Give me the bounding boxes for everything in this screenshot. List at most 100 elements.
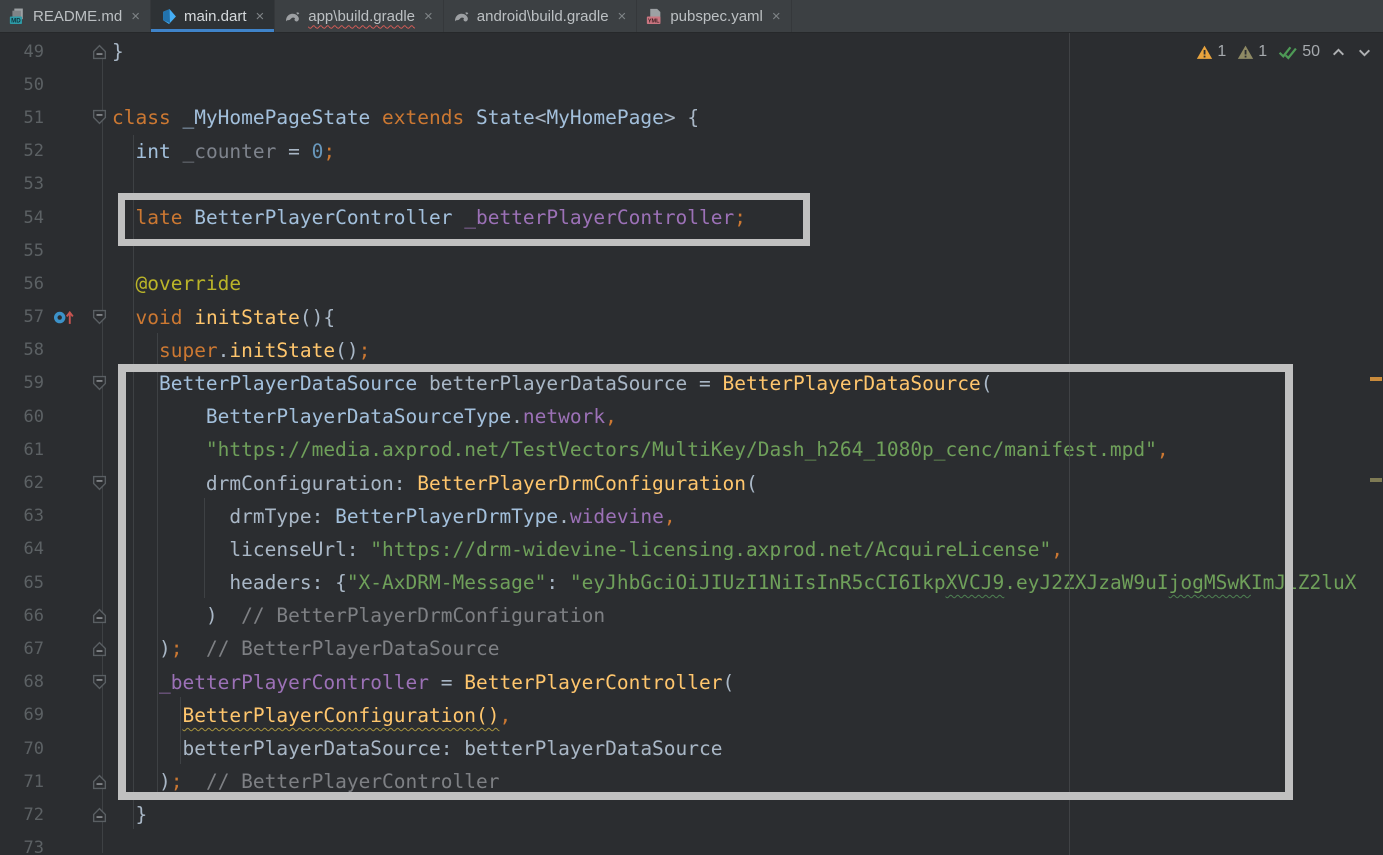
code-line-55[interactable]: 55 [0,234,1383,267]
scrollbar-warning-mark[interactable] [1370,377,1382,381]
code-line-67[interactable]: 67 ); // BetterPlayerDataSource [0,632,1383,665]
code-text[interactable]: class _MyHomePageState extends State<MyH… [112,106,699,129]
tab-main.dart[interactable]: main.dart× [151,0,275,32]
code-fold-toggle-icon[interactable] [86,607,112,624]
code-text[interactable]: void initState(){ [112,306,335,329]
tab-close-icon[interactable]: × [618,8,627,25]
gutter-line-number[interactable]: 70 [0,739,44,759]
code-line-53[interactable]: 53 [0,168,1383,201]
code-line-65[interactable]: 65 headers: {"X-AxDRM-Message": "eyJhbGc… [0,566,1383,599]
code-text[interactable]: headers: {"X-AxDRM-Message": "eyJhbGciOi… [112,571,1357,594]
warnings-indicator[interactable]: 1 [1193,41,1229,63]
gutter-line-number[interactable]: 69 [0,705,44,725]
code-fold-toggle-icon[interactable] [86,640,112,657]
code-area[interactable]: 49}5051class _MyHomePageState extends St… [0,33,1383,855]
gutter-line-number[interactable]: 55 [0,241,44,261]
code-line-61[interactable]: 61 "https://media.axprod.net/TestVectors… [0,433,1383,466]
code-text[interactable]: BetterPlayerDataSource betterPlayerDataS… [112,372,993,395]
code-line-51[interactable]: 51 class _MyHomePageState extends State<M… [0,101,1383,134]
code-text[interactable]: drmConfiguration: BetterPlayerDrmConfigu… [112,472,758,495]
weak-warnings-indicator[interactable]: 1 [1234,41,1270,63]
code-line-70[interactable]: 70 betterPlayerDataSource: betterPlayerD… [0,732,1383,765]
code-fold-toggle-icon[interactable] [86,375,112,392]
tab-readme.md[interactable]: MDREADME.md× [0,0,151,32]
code-text[interactable]: ); // BetterPlayerDataSource [112,637,499,660]
code-line-50[interactable]: 50 [0,68,1383,101]
gutter-line-number[interactable]: 56 [0,274,44,294]
gutter-line-number[interactable]: 53 [0,174,44,194]
code-line-62[interactable]: 62 drmConfiguration: BetterPlayerDrmConf… [0,466,1383,499]
code-text[interactable]: ); // BetterPlayerController [112,770,499,793]
code-line-73[interactable]: 73 [0,832,1383,855]
gutter-line-number[interactable]: 58 [0,340,44,360]
code-fold-toggle-icon[interactable] [86,773,112,790]
code-text[interactable]: super.initState(); [112,339,370,362]
code-line-60[interactable]: 60 BetterPlayerDataSourceType.network, [0,400,1383,433]
code-text[interactable]: betterPlayerDataSource: betterPlayerData… [112,737,723,760]
scrollbar-weak-warning-mark[interactable] [1370,478,1382,482]
code-line-68[interactable]: 68 _betterPlayerController = BetterPlaye… [0,666,1383,699]
code-line-72[interactable]: 72 } [0,798,1383,831]
code-text[interactable]: @override [112,272,241,295]
override-method-indicator[interactable] [44,308,86,326]
code-line-71[interactable]: 71 ); // BetterPlayerController [0,765,1383,798]
gutter-line-number[interactable]: 72 [0,805,44,825]
code-line-58[interactable]: 58 super.initState(); [0,334,1383,367]
code-line-54[interactable]: 54 late BetterPlayerController _betterPl… [0,201,1383,234]
gutter-line-number[interactable]: 52 [0,141,44,161]
gutter-line-number[interactable]: 51 [0,108,44,128]
gutter-line-number[interactable]: 67 [0,639,44,659]
code-text[interactable]: BetterPlayerDataSourceType.network, [112,405,617,428]
code-fold-toggle-icon[interactable] [86,109,112,126]
previous-problem-button[interactable] [1328,43,1349,62]
gutter-line-number[interactable]: 68 [0,672,44,692]
gutter-line-number[interactable]: 66 [0,606,44,626]
gutter-line-number[interactable]: 59 [0,373,44,393]
gutter-line-number[interactable]: 54 [0,208,44,228]
code-fold-toggle-icon[interactable] [86,43,112,60]
code-line-52[interactable]: 52 int _counter = 0; [0,135,1383,168]
code-editor[interactable]: 49}5051class _MyHomePageState extends St… [0,33,1383,855]
tab-close-icon[interactable]: × [131,8,140,25]
gutter-line-number[interactable]: 65 [0,573,44,593]
code-text[interactable]: _betterPlayerController = BetterPlayerCo… [112,671,734,694]
tab-app-build.gradle[interactable]: app\build.gradle× [275,0,444,32]
gutter-line-number[interactable]: 50 [0,75,44,95]
gutter-line-number[interactable]: 63 [0,506,44,526]
code-line-66[interactable]: 66 ) // BetterPlayerDrmConfiguration [0,599,1383,632]
tab-close-icon[interactable]: × [424,8,433,25]
gutter-line-number[interactable]: 60 [0,407,44,427]
code-line-69[interactable]: 69 BetterPlayerConfiguration(), [0,699,1383,732]
gutter-line-number[interactable]: 64 [0,539,44,559]
code-line-59[interactable]: 59 BetterPlayerDataSource betterPlayerDa… [0,367,1383,400]
gutter-line-number[interactable]: 49 [0,42,44,62]
tab-close-icon[interactable]: × [772,8,781,25]
code-line-64[interactable]: 64 licenseUrl: "https://drm-widevine-lic… [0,533,1383,566]
code-text[interactable]: int _counter = 0; [112,140,335,163]
inspections-widget[interactable]: 1 1 50 [1193,41,1375,63]
code-fold-toggle-icon[interactable] [86,309,112,326]
tab-close-icon[interactable]: × [255,8,264,25]
code-text[interactable]: "https://media.axprod.net/TestVectors/Mu… [112,438,1169,461]
code-line-63[interactable]: 63 drmType: BetterPlayerDrmType.widevine… [0,500,1383,533]
code-text[interactable]: late BetterPlayerController _betterPlaye… [112,206,746,229]
code-text[interactable]: licenseUrl: "https://drm-widevine-licens… [112,538,1063,561]
code-line-57[interactable]: 57 void initState(){ [0,301,1383,334]
gutter-line-number[interactable]: 61 [0,440,44,460]
code-line-49[interactable]: 49} [0,35,1383,68]
code-text[interactable]: BetterPlayerConfiguration(), [112,704,511,727]
tab-pubspec.yaml[interactable]: YMLpubspec.yaml× [637,0,791,32]
code-fold-toggle-icon[interactable] [86,674,112,691]
code-fold-toggle-icon[interactable] [86,475,112,492]
gutter-line-number[interactable]: 62 [0,473,44,493]
code-line-56[interactable]: 56 @override [0,267,1383,300]
code-fold-toggle-icon[interactable] [86,806,112,823]
code-text[interactable]: ) // BetterPlayerDrmConfiguration [112,604,605,627]
gutter-line-number[interactable]: 71 [0,772,44,792]
code-text[interactable]: } [112,803,147,826]
tab-android-build.gradle[interactable]: android\build.gradle× [444,0,638,32]
gutter-line-number[interactable]: 57 [0,307,44,327]
code-text[interactable]: drmType: BetterPlayerDrmType.widevine, [112,505,676,528]
passed-inspections-indicator[interactable]: 50 [1275,41,1323,63]
gutter-line-number[interactable]: 73 [0,838,44,855]
